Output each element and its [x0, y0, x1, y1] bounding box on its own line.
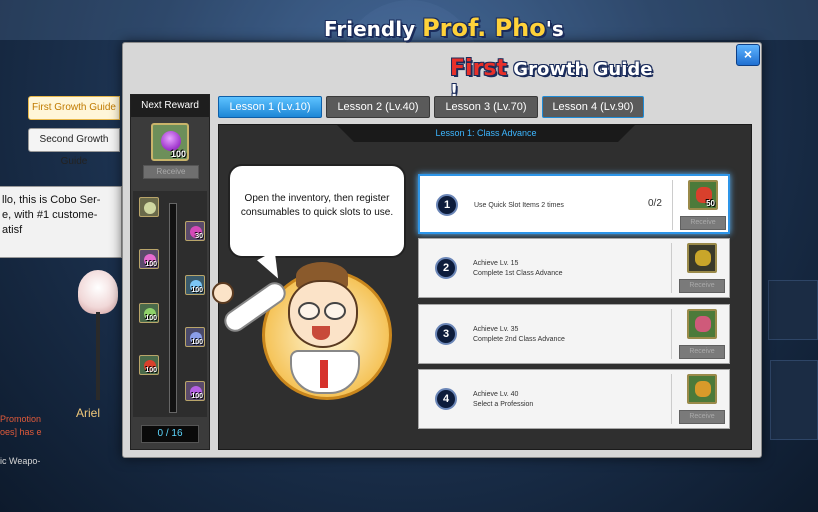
side-tab-first-growth-guide[interactable]: First Growth Guide [28, 96, 120, 120]
scroll-icon [695, 316, 711, 332]
quest-description: Complete 2nd Class Advance [473, 336, 565, 343]
npc-chat-bubble: llo, this is Cobo Ser- e, with #1 custom… [0, 186, 122, 258]
quest-description: Use Quick Slot Items 2 times [474, 202, 564, 209]
track-reward-item[interactable] [139, 197, 159, 217]
quest-description: Achieve Lv. 15 [473, 260, 519, 267]
growth-guide-logo: Friendly Prof. Pho's First Growth Guide … [320, 6, 660, 102]
track-reward-item[interactable]: 100 [185, 275, 205, 295]
npc-name: Ariel [76, 406, 101, 420]
quest-reward-item[interactable] [687, 309, 717, 339]
quest-description: Complete 1st Class Advance [473, 270, 563, 277]
track-reward-item[interactable]: 100 [185, 327, 205, 347]
npc-perch [96, 312, 100, 400]
track-reward-item[interactable]: 30 [185, 221, 205, 241]
item-quantity: 30 [195, 233, 203, 240]
tab-lesson-4[interactable]: Lesson 4 (Lv.90) [542, 96, 644, 118]
background-message: ic Weapo- [0, 456, 41, 466]
quest-number: 3 [435, 323, 457, 345]
chest-icon [695, 381, 711, 397]
item-quantity: 100 [170, 149, 186, 159]
track-reward-item[interactable]: 100 [185, 381, 205, 401]
item-quantity: 50 [706, 199, 715, 208]
next-reward-panel: Next Reward 100 Receive 30 100 100 100 1… [130, 94, 210, 450]
background-message: Promotion [0, 414, 42, 424]
tab-lesson-3[interactable]: Lesson 3 (Lv.70) [434, 96, 538, 118]
item-quantity: 100 [145, 315, 157, 322]
item-quantity: 100 [191, 339, 203, 346]
next-reward-item[interactable]: 100 [151, 123, 189, 161]
quest-row[interactable]: 1 Use Quick Slot Items 2 times 0/2 50 Re… [418, 174, 730, 234]
reward-progress-counter: 0 / 16 [141, 425, 199, 443]
professor-mouth [312, 326, 330, 340]
logo-text: 's [545, 17, 564, 41]
quest-number: 4 [435, 388, 457, 410]
logo-text: First [450, 56, 508, 81]
item-quantity: 100 [191, 287, 203, 294]
item-quantity: 100 [145, 367, 157, 374]
quest-divider [671, 243, 672, 293]
scroll-icon [144, 202, 156, 214]
lesson-title: Lesson 1: Class Advance [336, 124, 636, 142]
chat-line: e, with #1 custome- [2, 209, 98, 221]
quest-receive-button[interactable]: Receive [679, 410, 725, 424]
chat-line: llo, this is Cobo Ser- [2, 194, 101, 206]
quest-row[interactable]: 2 Achieve Lv. 15 Complete 1st Class Adva… [418, 238, 730, 298]
tab-lesson-1[interactable]: Lesson 1 (Lv.10) [218, 96, 322, 118]
quest-reward-item[interactable]: 50 [688, 180, 718, 210]
reward-track-bar [169, 203, 177, 413]
quest-description: Achieve Lv. 35 [473, 326, 519, 333]
track-reward-item[interactable]: 100 [139, 303, 159, 323]
professor-speech-bubble: Open the inventory, then register consum… [228, 164, 406, 258]
quest-divider [671, 309, 672, 359]
professor-fist [212, 282, 234, 304]
quest-description: Select a Profession [473, 401, 534, 408]
close-icon: × [743, 46, 753, 62]
quest-divider [672, 180, 673, 230]
professor-tie [320, 360, 328, 388]
track-reward-item[interactable]: 100 [139, 249, 159, 269]
item-quantity: 100 [145, 261, 157, 268]
next-reward-header: Next Reward [131, 95, 209, 117]
quest-reward-item[interactable] [687, 243, 717, 273]
item-quantity: 100 [191, 393, 203, 400]
quest-description: Achieve Lv. 40 [473, 391, 519, 398]
quest-receive-button[interactable]: Receive [679, 279, 725, 293]
npc-bird[interactable] [78, 270, 118, 314]
track-reward-item[interactable]: 100 [139, 355, 159, 375]
quest-row[interactable]: 3 Achieve Lv. 35 Complete 2nd Class Adva… [418, 304, 730, 364]
gift-box-icon [695, 250, 711, 266]
logo-text: Friendly [324, 17, 423, 41]
side-tab-second-growth-guide[interactable]: Second Growth Guide [28, 128, 120, 167]
background-chair [768, 280, 818, 340]
close-button[interactable]: × [736, 44, 760, 66]
professor-glasses [298, 302, 320, 320]
logo-text: Prof. Pho [422, 14, 546, 42]
next-reward-receive-button[interactable]: Receive [143, 165, 199, 179]
quest-divider [671, 374, 672, 424]
professor-glasses [324, 302, 346, 320]
quest-reward-item[interactable] [687, 374, 717, 404]
quest-receive-button[interactable]: Receive [679, 345, 725, 359]
background-message: oes] has e [0, 427, 42, 437]
quest-row[interactable]: 4 Achieve Lv. 40 Select a Profession Rec… [418, 369, 730, 429]
background-table [770, 360, 818, 440]
quest-progress: 0/2 [648, 198, 662, 209]
quest-number: 1 [436, 194, 458, 216]
quest-number: 2 [435, 257, 457, 279]
tab-lesson-2[interactable]: Lesson 2 (Lv.40) [326, 96, 430, 118]
reward-track: 30 100 100 100 100 100 100 [133, 191, 207, 417]
quest-receive-button[interactable]: Receive [680, 216, 726, 230]
chat-line: atisf [2, 224, 23, 236]
